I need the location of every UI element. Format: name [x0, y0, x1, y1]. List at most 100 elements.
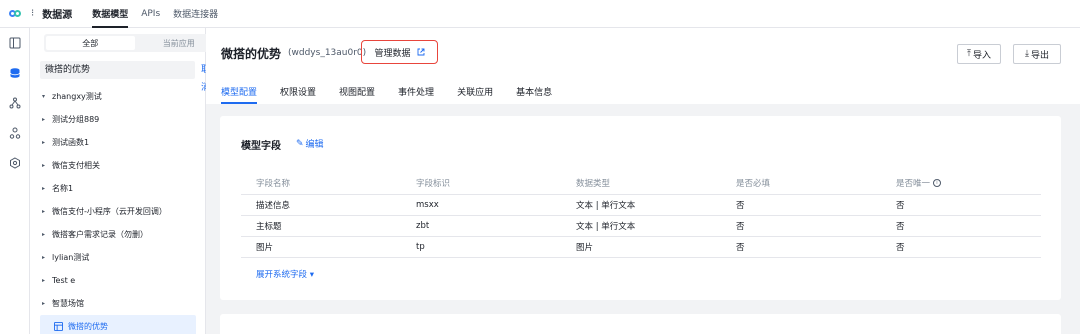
table-cell: 描述信息 — [256, 201, 291, 211]
caret-right-icon: ▸ — [42, 139, 46, 146]
search-input[interactable]: 微搭的优势 — [40, 61, 195, 79]
flow-icon — [9, 97, 21, 109]
list-item-label: 微信支付相关 — [52, 161, 100, 170]
database-icon — [10, 68, 20, 78]
table-cell: 主标题 — [256, 222, 282, 232]
column-header: 字段标识 — [416, 178, 451, 189]
table-cell: 否 — [896, 201, 905, 211]
expand-system-fields-link[interactable]: 展开系统字段 ▾ — [256, 268, 314, 280]
external-link-icon — [417, 48, 424, 56]
edit-label: 编辑 — [305, 140, 324, 150]
pencil-icon: ✎ — [296, 138, 304, 149]
top-nav: 数据模型 APIs 数据连接器 — [92, 0, 231, 28]
list-item-label: 微搭客户需求记录（勿删） — [52, 230, 148, 239]
tab-event-handling[interactable]: 事件处理 — [398, 79, 434, 104]
scope-switch: 全部 当前应用 — [44, 34, 225, 52]
caret-right-icon: ▸ — [42, 162, 46, 169]
table-cell: 否 — [896, 243, 905, 253]
tab-apis[interactable]: APIs — [141, 0, 160, 28]
list-item[interactable]: ▸ lylian测试 — [30, 246, 206, 269]
edit-button[interactable]: ✎ 编辑 — [296, 137, 324, 151]
model-header: 微搭的优势 (wddys_13au0r0) 管理数据 ⤒ 导入 ⤓ 导出 模型配… — [206, 28, 1080, 104]
export-label: 导出 — [1030, 50, 1049, 61]
list-item-selected[interactable]: 微搭的优势 — [40, 315, 196, 334]
table-cell: 图片 — [576, 243, 594, 253]
more-icon[interactable]: ⁝ — [31, 8, 34, 19]
import-button[interactable]: ⤒ 导入 — [957, 44, 1001, 64]
list-item-label: 微信支付-小程序（云开发回调） — [52, 207, 167, 216]
icon-rail — [0, 28, 30, 334]
table-cell: 否 — [736, 243, 745, 253]
upload-icon: ⤒ — [967, 49, 971, 59]
table-cell: msxx — [416, 200, 439, 210]
rail-item-database[interactable] — [0, 58, 30, 88]
table-header: 字段名称 字段标识 数据类型 是否必填 是否唯一 i — [241, 171, 1041, 195]
manage-data-button[interactable]: 管理数据 — [361, 40, 438, 64]
list-item-label: lylian测试 — [52, 253, 90, 262]
caret-right-icon: ▸ — [42, 185, 46, 192]
caret-right-icon: ▸ — [42, 231, 46, 238]
segment-all[interactable]: 全部 — [46, 36, 135, 50]
list-item[interactable]: ▸ 名称1 — [30, 177, 206, 200]
import-label: 导入 — [972, 50, 991, 61]
table-row: 描述信息 msxx 文本 | 单行文本 否 否 — [241, 195, 1041, 216]
tab-basic-info[interactable]: 基本信息 — [516, 79, 552, 104]
caret-right-icon: ▸ — [42, 277, 46, 284]
model-identifier: (wddys_13au0r0) — [288, 48, 367, 58]
list-item[interactable]: ▾ zhangxy测试 — [30, 85, 206, 108]
list-item-label: zhangxy测试 — [52, 92, 102, 101]
caret-down-icon: ▾ — [42, 93, 46, 100]
panel-icon — [9, 37, 21, 49]
caret-right-icon: ▸ — [42, 254, 46, 261]
rail-item-panel[interactable] — [0, 28, 30, 58]
column-header: 是否必填 — [736, 178, 771, 189]
rail-item-org[interactable] — [0, 118, 30, 148]
table-cell: zbt — [416, 221, 430, 231]
rail-item-settings[interactable] — [0, 148, 30, 178]
tab-permissions[interactable]: 权限设置 — [280, 79, 316, 104]
list-item-label: 测试函数1 — [52, 138, 90, 147]
table-row: 主标题 zbt 文本 | 单行文本 否 否 — [241, 216, 1041, 237]
list-item-label: 微搭的优势 — [68, 322, 108, 331]
column-header: 是否唯一 — [896, 178, 931, 189]
caret-right-icon: ▸ — [42, 300, 46, 307]
info-icon[interactable]: i — [933, 179, 942, 187]
tab-data-connector[interactable]: 数据连接器 — [173, 0, 218, 28]
list-item[interactable]: ▸ 测试函数1 — [30, 131, 206, 154]
main-content: 微搭的优势 (wddys_13au0r0) 管理数据 ⤒ 导入 ⤓ 导出 模型配… — [206, 28, 1080, 334]
tab-linked-apps[interactable]: 关联应用 — [457, 79, 493, 104]
model-tabs: 模型配置 权限设置 视图配置 事件处理 关联应用 基本信息 — [221, 79, 575, 104]
list-item[interactable]: ▸ 智慧场馆 — [30, 292, 206, 315]
table-cell: 文本 | 单行文本 — [576, 201, 636, 211]
list-item[interactable]: ▸ 测试分组889 — [30, 108, 206, 131]
download-icon: ⤓ — [1025, 49, 1029, 59]
fields-table: 字段名称 字段标识 数据类型 是否必填 是否唯一 i 描述信息 msxx 文本 |… — [241, 171, 1041, 258]
column-header-unique: 是否唯一 i — [881, 177, 1041, 189]
manage-data-label: 管理数据 — [374, 48, 411, 59]
table-cell: 图片 — [256, 243, 274, 253]
org-icon — [9, 127, 21, 139]
list-item[interactable]: ▸ Test e — [30, 269, 206, 292]
top-bar: ⁝ 数据源 数据模型 APIs 数据连接器 — [0, 0, 1080, 28]
table-cell: 否 — [896, 222, 905, 232]
rail-item-flow[interactable] — [0, 88, 30, 118]
list-item[interactable]: ▸ 微信支付相关 — [30, 154, 206, 177]
app-title: 数据源 — [42, 10, 73, 21]
tab-model-config[interactable]: 模型配置 — [221, 79, 258, 104]
list-item[interactable]: ▸ 微信支付-小程序（云开发回调） — [30, 200, 206, 223]
tab-view-config[interactable]: 视图配置 — [339, 79, 375, 104]
list-item-label: 测试分组889 — [52, 115, 100, 124]
model-fields-card: 模型字段 ✎ 编辑 字段名称 字段标识 数据类型 是否必填 是否唯一 i 描述信息… — [220, 116, 1061, 300]
table-row: 图片 tp 图片 否 否 — [241, 237, 1041, 258]
app-logo[interactable] — [0, 0, 30, 28]
table-cell: 文本 | 单行文本 — [576, 222, 636, 232]
column-header: 数据类型 — [576, 178, 611, 189]
table-cell: tp — [416, 242, 425, 252]
tab-data-model[interactable]: 数据模型 — [92, 0, 129, 28]
list-item-label: 名称1 — [52, 184, 74, 193]
list-item[interactable]: ▸ 微搭客户需求记录（勿删） — [30, 223, 206, 246]
list-item-label: 智慧场馆 — [52, 299, 84, 308]
export-button[interactable]: ⤓ 导出 — [1013, 44, 1061, 64]
table-cell: 否 — [736, 222, 745, 232]
secondary-card — [220, 314, 1061, 334]
